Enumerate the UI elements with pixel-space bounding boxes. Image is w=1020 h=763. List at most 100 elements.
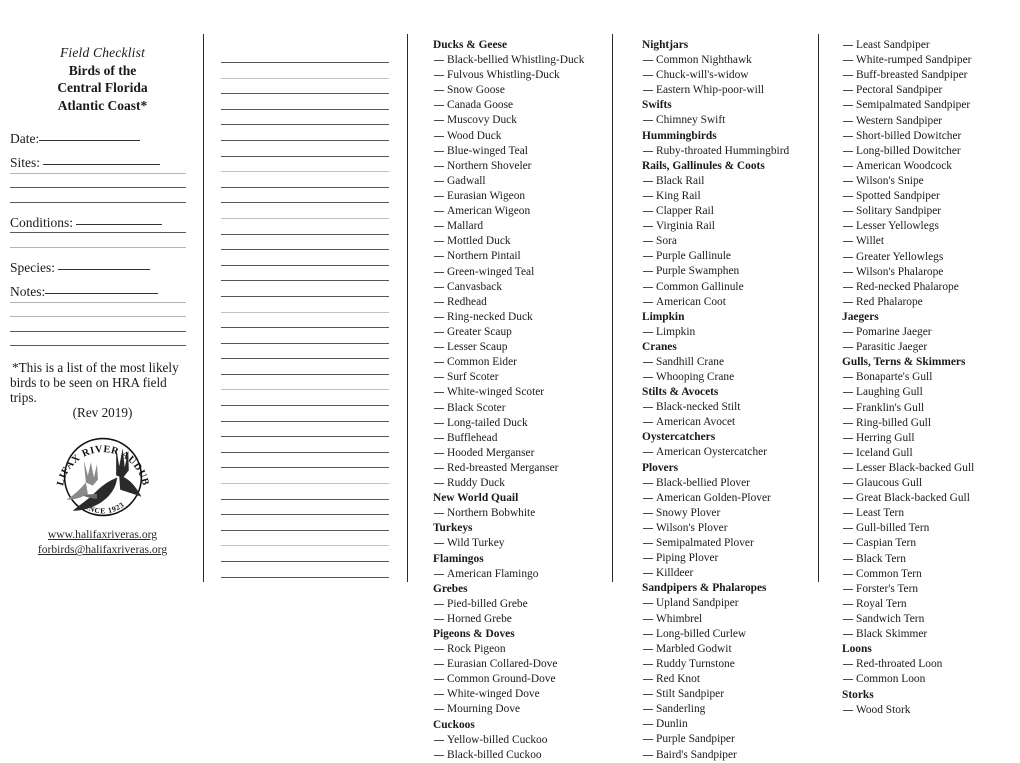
species-row[interactable]: American Coot	[642, 295, 814, 310]
checkbox-blank-icon[interactable]	[843, 619, 853, 621]
checkbox-blank-icon[interactable]	[643, 361, 653, 363]
species-row[interactable]: Limpkin	[642, 325, 814, 340]
checkbox-blank-icon[interactable]	[843, 45, 853, 46]
species-row[interactable]: Purple Gallinule	[642, 249, 814, 264]
checkbox-blank-icon[interactable]	[843, 558, 853, 560]
checkbox-blank-icon[interactable]	[843, 256, 853, 258]
species-row[interactable]: Chimney Swift	[642, 113, 814, 128]
species-row[interactable]: Red Phalarope	[842, 295, 1016, 310]
species-row[interactable]: Snowy Plover	[642, 506, 814, 521]
species-row[interactable]: Bufflehead	[433, 431, 608, 446]
checkbox-blank-icon[interactable]	[434, 90, 444, 92]
checkbox-blank-icon[interactable]	[643, 407, 653, 409]
checkbox-blank-icon[interactable]	[434, 316, 444, 318]
species-row[interactable]: Eurasian Collared-Dove	[433, 657, 608, 672]
notes-input-rule[interactable]	[45, 293, 159, 295]
blank-note-line[interactable]	[221, 529, 389, 531]
sites-extra-rule-3[interactable]	[10, 201, 186, 203]
checkbox-blank-icon[interactable]	[643, 120, 653, 122]
species-row[interactable]: Mottled Duck	[433, 234, 608, 249]
checkbox-blank-icon[interactable]	[643, 271, 653, 273]
checkbox-blank-icon[interactable]	[434, 271, 444, 273]
species-row[interactable]: Black Rail	[642, 174, 814, 189]
conditions-extra-rule-1[interactable]	[10, 232, 186, 234]
species-row[interactable]: Franklin's Gull	[842, 401, 1016, 416]
species-row[interactable]: Iceland Gull	[842, 446, 1016, 461]
species-row[interactable]: White-winged Scoter	[433, 385, 608, 400]
species-row[interactable]: Gadwall	[433, 174, 608, 189]
species-row[interactable]: Black Tern	[842, 552, 1016, 567]
species-row[interactable]: Blue-winged Teal	[433, 144, 608, 159]
checkbox-blank-icon[interactable]	[434, 483, 444, 485]
checkbox-blank-icon[interactable]	[434, 664, 444, 666]
checkbox-blank-icon[interactable]	[643, 422, 653, 424]
species-row[interactable]: Whooping Crane	[642, 370, 814, 385]
species-row[interactable]: Canada Goose	[433, 98, 608, 113]
species-row[interactable]: Sanderling	[642, 702, 814, 717]
species-row[interactable]: Lesser Scaup	[433, 340, 608, 355]
checkbox-blank-icon[interactable]	[843, 422, 853, 424]
species-row[interactable]: Black-bellied Plover	[642, 476, 814, 491]
species-row[interactable]: Wood Duck	[433, 129, 608, 144]
species-row[interactable]: Surf Scoter	[433, 370, 608, 385]
checkbox-blank-icon[interactable]	[643, 452, 653, 454]
species-row[interactable]: American Flamingo	[433, 567, 608, 582]
species-row[interactable]: Wild Turkey	[433, 536, 608, 551]
species-row[interactable]: Fulvous Whistling-Duck	[433, 68, 608, 83]
checkbox-blank-icon[interactable]	[843, 226, 853, 228]
blank-note-line[interactable]	[221, 233, 389, 235]
species-row[interactable]: Wilson's Phalarope	[842, 265, 1016, 280]
species-row[interactable]: Ruddy Duck	[433, 476, 608, 491]
checkbox-blank-icon[interactable]	[434, 513, 444, 515]
checkbox-blank-icon[interactable]	[643, 603, 653, 605]
checkbox-blank-icon[interactable]	[434, 679, 444, 681]
species-row[interactable]: American Woodcock	[842, 159, 1016, 174]
blank-note-line[interactable]	[221, 545, 389, 547]
sites-input-rule[interactable]	[43, 164, 161, 166]
checkbox-blank-icon[interactable]	[434, 392, 444, 394]
species-row[interactable]: White-winged Dove	[433, 687, 608, 702]
species-row[interactable]: Gull-billed Tern	[842, 521, 1016, 536]
checkbox-blank-icon[interactable]	[434, 180, 444, 182]
checkbox-blank-icon[interactable]	[843, 332, 853, 334]
blank-note-line[interactable]	[221, 514, 389, 516]
species-row[interactable]: Wood Stork	[842, 703, 1016, 718]
checkbox-blank-icon[interactable]	[643, 678, 653, 680]
species-row[interactable]: Semipalmated Sandpiper	[842, 98, 1016, 113]
checkbox-blank-icon[interactable]	[843, 286, 853, 288]
species-row[interactable]: Green-winged Teal	[433, 265, 608, 280]
species-row[interactable]: Forster's Tern	[842, 582, 1016, 597]
checkbox-blank-icon[interactable]	[843, 241, 853, 243]
checkbox-blank-icon[interactable]	[843, 165, 853, 167]
checkbox-blank-icon[interactable]	[843, 498, 853, 500]
species-row[interactable]: Laughing Gull	[842, 385, 1016, 400]
blank-note-line[interactable]	[221, 358, 389, 360]
species-row[interactable]: Ruby-throated Hummingbird	[642, 144, 814, 159]
species-row[interactable]: Mourning Dove	[433, 702, 608, 717]
checkbox-blank-icon[interactable]	[434, 437, 444, 439]
checkbox-blank-icon[interactable]	[843, 135, 853, 137]
blank-note-line[interactable]	[221, 327, 389, 329]
species-row[interactable]: Semipalmated Plover	[642, 536, 814, 551]
checkbox-blank-icon[interactable]	[434, 362, 444, 364]
checkbox-blank-icon[interactable]	[434, 603, 444, 605]
species-row[interactable]: Clapper Rail	[642, 204, 814, 219]
blank-note-line[interactable]	[221, 389, 389, 391]
blank-note-line[interactable]	[221, 498, 389, 500]
species-row[interactable]: Ruddy Turnstone	[642, 657, 814, 672]
species-row[interactable]: Eastern Whip-poor-will	[642, 83, 814, 98]
species-row[interactable]: Great Black-backed Gull	[842, 491, 1016, 506]
checkbox-blank-icon[interactable]	[434, 196, 444, 198]
checkbox-blank-icon[interactable]	[434, 377, 444, 379]
checkbox-blank-icon[interactable]	[434, 211, 444, 213]
checkbox-blank-icon[interactable]	[434, 135, 444, 137]
blank-note-line[interactable]	[221, 264, 389, 266]
checkbox-blank-icon[interactable]	[434, 347, 444, 349]
checkbox-blank-icon[interactable]	[843, 75, 853, 77]
email-link[interactable]: forbirds@halifaxriveras.org	[10, 542, 195, 558]
date-input-rule[interactable]	[39, 140, 141, 142]
checkbox-blank-icon[interactable]	[843, 120, 853, 122]
checkbox-blank-icon[interactable]	[843, 588, 853, 590]
species-row[interactable]: Eurasian Wigeon	[433, 189, 608, 204]
species-row[interactable]: Chuck-will's-widow	[642, 68, 814, 83]
